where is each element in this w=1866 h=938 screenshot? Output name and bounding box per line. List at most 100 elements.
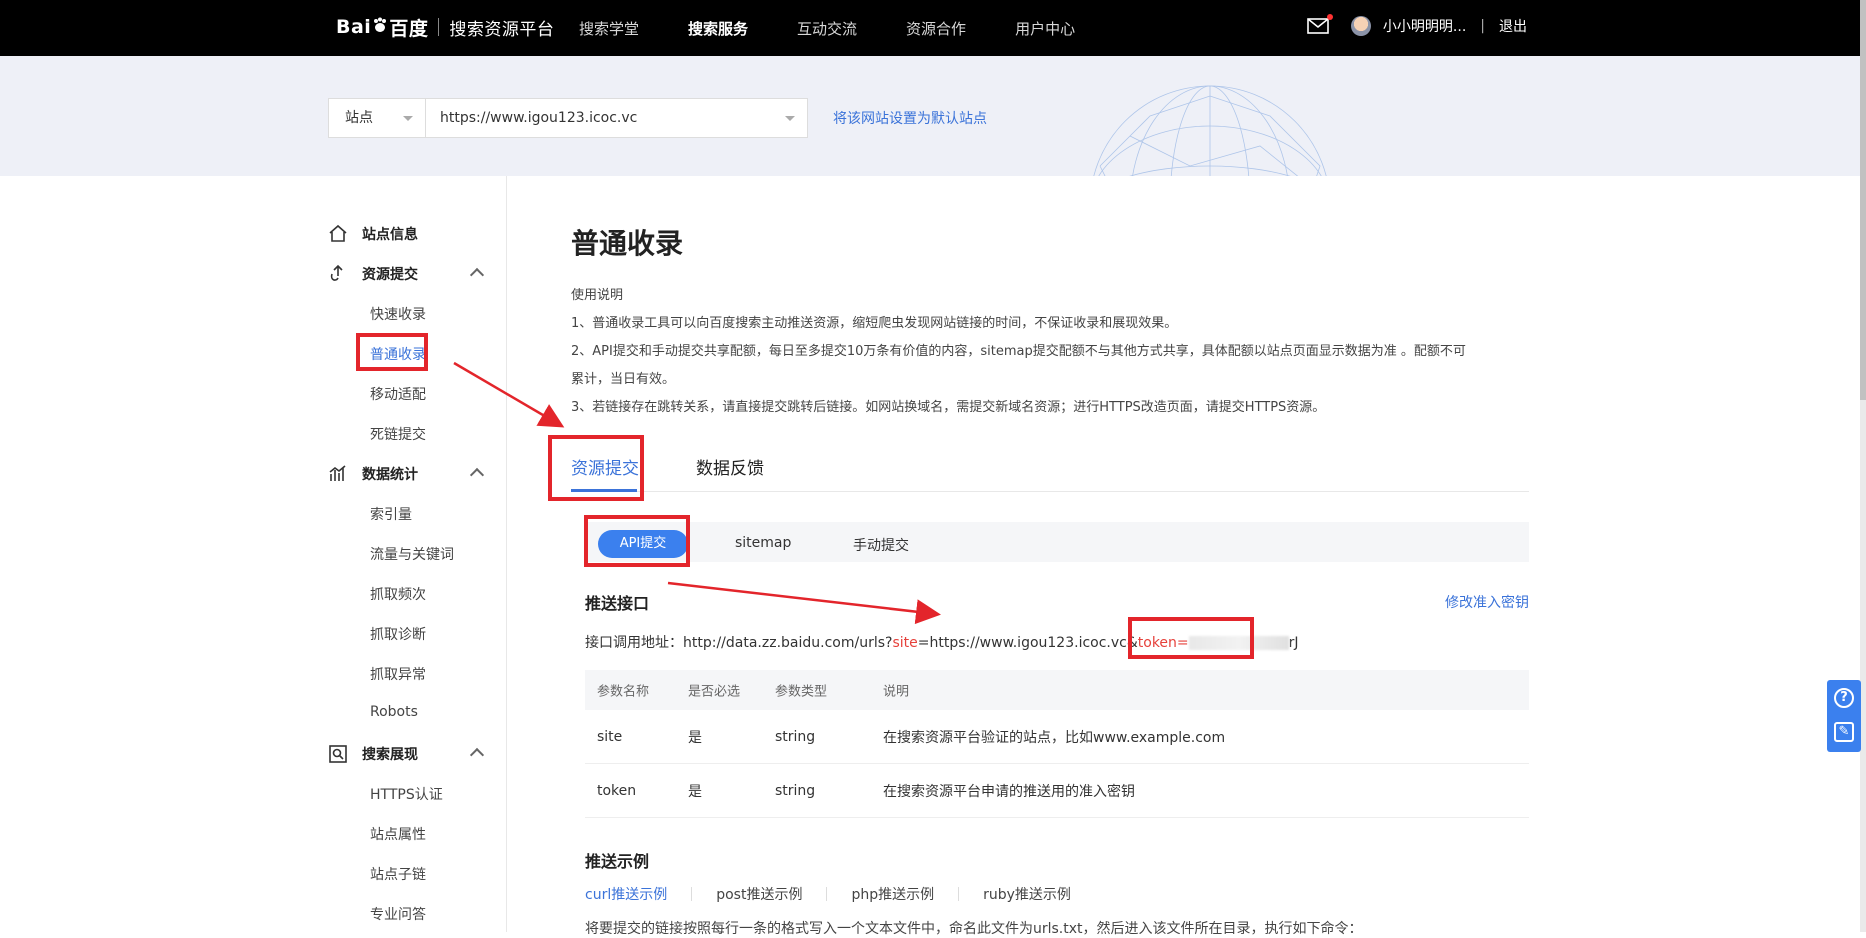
submit-method-tabs: API提交 sitemap 手动提交 — [585, 522, 1529, 562]
example-description: 将要提交的链接按照每行一条的格式写入一个文本文件中，命名此文件为urls.txt… — [585, 921, 1363, 937]
api-site-key: site — [892, 635, 918, 651]
tab-resource-submit[interactable]: 资源提交 — [571, 454, 639, 479]
submit-icon — [330, 264, 343, 281]
cell-required: 是 — [688, 783, 702, 800]
user-area: 小小明明明... | 退出 — [1307, 14, 1527, 36]
cell-type: string — [775, 782, 816, 799]
sidebar-item-pro-qa[interactable]: 专业问答 — [370, 904, 426, 924]
tab-curl-example[interactable]: curl推送示例 — [585, 884, 667, 904]
api-prefix: 接口调用地址：http://data.zz.baidu.com/urls? — [585, 635, 893, 651]
sidebar-item-index-count[interactable]: 索引量 — [370, 504, 412, 524]
sidebar-item-normal-index[interactable]: 普通收录 — [370, 344, 426, 364]
table-row: site 是 string 在搜索资源平台验证的站点，比如www.example… — [585, 710, 1529, 764]
sidebar-item-site-attributes[interactable]: 站点属性 — [370, 824, 426, 844]
usage-heading: 使用说明 — [571, 288, 624, 303]
col-required: 是否必选 — [688, 684, 741, 700]
sidebar-item-robots[interactable]: Robots — [370, 704, 418, 720]
chevron-up-icon[interactable] — [469, 467, 485, 483]
site-banner: 站点 https://www.igou123.icoc.vc 将该网站设置为默认… — [0, 56, 1860, 176]
page-scrollbar[interactable] — [1860, 0, 1866, 932]
nav-item-school[interactable]: 搜索学堂 — [579, 18, 639, 39]
globe-decoration — [1093, 85, 1327, 176]
tab-data-feedback[interactable]: 数据反馈 — [696, 454, 764, 479]
header-separator: | — [1480, 18, 1485, 34]
api-token-tail: rJ — [1288, 635, 1299, 651]
mail-icon[interactable] — [1307, 14, 1333, 34]
usage-note-3: 3、若链接存在跳转关系，请直接提交跳转后链接。如网站换域名，需提交新域名资源；进… — [571, 400, 1326, 415]
logo-text-2: 百度 — [389, 17, 429, 40]
avatar[interactable] — [1350, 16, 1371, 36]
stats-icon — [329, 465, 346, 481]
sidebar-item-crawl-frequency[interactable]: 抓取频次 — [370, 584, 426, 604]
nav-item-cooperation[interactable]: 资源合作 — [906, 18, 966, 39]
tab-sitemap[interactable]: sitemap — [735, 535, 791, 551]
sidebar-item-crawl-errors[interactable]: 抓取异常 — [370, 664, 426, 684]
logout-link[interactable]: 退出 — [1499, 16, 1527, 36]
sidebar-group-resource-submit[interactable]: 资源提交 — [328, 264, 485, 284]
tab-separator — [691, 887, 693, 901]
chevron-down-icon — [403, 116, 413, 121]
sidebar-divider — [506, 176, 507, 932]
nav-item-service[interactable]: 搜索服务 — [688, 18, 748, 39]
site-url-select[interactable]: https://www.igou123.icoc.vc — [426, 98, 808, 138]
search-display-icon — [329, 745, 347, 763]
site-type-select[interactable]: 站点 — [328, 98, 426, 138]
sidebar-group-data-stats[interactable]: 数据统计 — [328, 464, 485, 484]
param-table: 参数名称 是否必选 参数类型 说明 site 是 string 在搜索资源平台验… — [585, 670, 1529, 818]
modify-token-link[interactable]: 修改准入密钥 — [1445, 592, 1529, 612]
sidebar-group-label: 站点信息 — [362, 227, 418, 243]
set-default-site-link[interactable]: 将该网站设置为默认站点 — [833, 108, 987, 128]
usage-note-2: 2、API提交和手动提交共享配额，每日至多提交10万条有价值的内容，sitema… — [571, 344, 1466, 359]
chevron-up-icon[interactable] — [469, 267, 485, 283]
push-example-title: 推送示例 — [585, 852, 650, 871]
col-type: 参数类型 — [775, 684, 828, 700]
platform-name: 搜索资源平台 — [449, 19, 555, 40]
username[interactable]: 小小明明明... — [1383, 16, 1466, 36]
tab-post-example[interactable]: post推送示例 — [716, 884, 802, 904]
tab-manual-submit[interactable]: 手动提交 — [853, 535, 909, 555]
edit-icon[interactable]: ✎ — [1834, 722, 1854, 742]
chevron-up-icon[interactable] — [469, 747, 485, 763]
nav-item-community[interactable]: 互动交流 — [797, 18, 857, 39]
baidu-logo[interactable]: Bai 百度 搜索资源平台 — [336, 12, 554, 42]
question-icon[interactable]: ? — [1834, 688, 1854, 708]
tab-api-submit[interactable]: API提交 — [598, 530, 688, 558]
logo-divider — [438, 18, 440, 36]
chevron-down-icon — [785, 116, 795, 121]
table-header: 参数名称 是否必选 参数类型 说明 — [585, 670, 1529, 710]
cell-param: site — [597, 728, 623, 745]
cell-param: token — [597, 782, 637, 799]
api-token-key: token — [1137, 635, 1177, 651]
cell-desc: 在搜索资源平台验证的站点，比如www.example.com — [883, 729, 1226, 746]
tab-ruby-example[interactable]: ruby推送示例 — [983, 884, 1071, 904]
tab-php-example[interactable]: php推送示例 — [851, 884, 934, 904]
sidebar-item-sitelinks[interactable]: 站点子链 — [370, 864, 426, 884]
table-row: token 是 string 在搜索资源平台申请的推送用的准入密钥 — [585, 764, 1529, 818]
sidebar-group-search-display[interactable]: 搜索展现 — [328, 744, 485, 764]
api-endpoint: 接口调用地址：http://data.zz.baidu.com/urls?sit… — [585, 632, 1299, 652]
scrollbar-thumb[interactable] — [1860, 0, 1866, 400]
site-url-value: https://www.igou123.icoc.vc — [440, 110, 638, 126]
sidebar-group-label: 数据统计 — [362, 467, 418, 483]
cell-required: 是 — [688, 729, 702, 746]
sidebar-item-fast-index[interactable]: 快速收录 — [370, 304, 426, 324]
sidebar-item-https[interactable]: HTTPS认证 — [370, 784, 443, 804]
cell-desc: 在搜索资源平台申请的推送用的准入密钥 — [883, 783, 1135, 800]
col-param-name: 参数名称 — [597, 684, 650, 700]
sidebar-item-crawl-diagnosis[interactable]: 抓取诊断 — [370, 624, 426, 644]
logo-text: Bai — [336, 16, 372, 38]
active-tab-underline — [571, 489, 637, 492]
nav-item-user-center[interactable]: 用户中心 — [1015, 18, 1075, 39]
tab-separator — [958, 887, 960, 901]
sidebar-group-site-info[interactable]: 站点信息 — [328, 224, 418, 244]
col-desc: 说明 — [883, 684, 910, 700]
sidebar-item-traffic-keywords[interactable]: 流量与关键词 — [370, 544, 454, 564]
sidebar-item-dead-link[interactable]: 死链提交 — [370, 424, 426, 444]
sidebar-group-label: 资源提交 — [362, 267, 418, 283]
tab-separator — [826, 887, 828, 901]
site-type-label: 站点 — [345, 110, 373, 126]
push-api-title: 推送接口 — [585, 594, 650, 613]
sidebar-item-mobile-adapt[interactable]: 移动适配 — [370, 384, 426, 404]
usage-notes: 使用说明 1、普通收录工具可以向百度搜索主动推送资源，缩短爬虫发现网站链接的时间… — [571, 282, 1529, 422]
main-nav: 搜索学堂 搜索服务 互动交流 资源合作 用户中心 — [579, 18, 1124, 39]
